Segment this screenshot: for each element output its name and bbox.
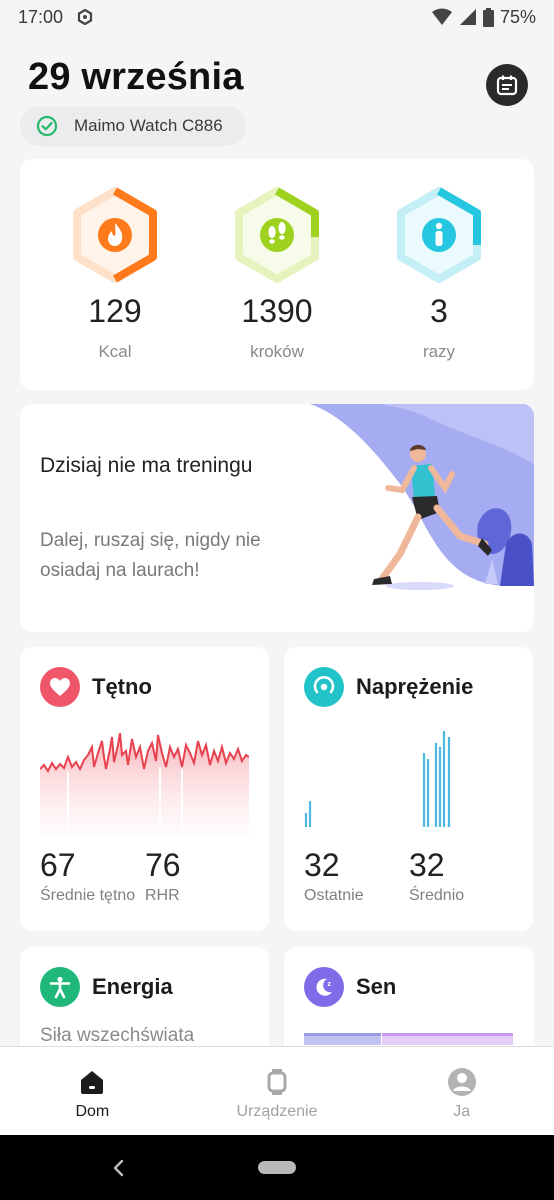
standing-unit: razy [422,342,456,361]
calendar-icon [496,75,518,96]
battery-percentage: 75% [499,6,536,27]
battery-icon [482,7,494,27]
bottom-navigation: Dom Urządzenie Ja [0,1046,554,1135]
device-name: Maimo Watch C886 [74,116,223,135]
nav-device[interactable]: Urządzenie [185,1047,370,1135]
status-bar: 17:00 75% [0,0,554,34]
device-status-pill[interactable]: Maimo Watch C886 [20,106,246,146]
calories-unit: Kcal [98,342,132,361]
workout-card[interactable]: Dzisiaj nie ma treningu Dalej, ruszaj si… [20,404,534,632]
moon-icon: z [304,967,344,1007]
standing-stat[interactable]: 3 razy [354,187,524,362]
stress-gauge-icon [304,667,344,707]
avg-heart-rate-value: 67 [40,847,76,883]
stress-title: Naprężenie [356,674,474,699]
home-gesture-pill[interactable] [258,1161,296,1174]
steps-value: 1390 [241,293,313,329]
heart-rate-header: Tętno [40,667,152,707]
workout-title: Dzisiaj nie ma treningu [40,454,253,477]
settings-notification-icon [77,9,93,25]
wifi-icon [431,8,452,25]
nav-me[interactable]: Ja [369,1047,554,1135]
back-icon[interactable] [112,1159,126,1177]
stress-avg-label: Średnio [409,887,465,904]
signal-icon [459,9,476,25]
heart-rate-chart [40,732,249,837]
footsteps-icon [235,187,319,283]
nav-me-label: Ja [453,1103,471,1120]
stress-last-value: 32 [304,847,340,883]
heart-rate-card[interactable]: Tętno 67 Średnie tętno 76 RHR [20,647,269,931]
nav-device-label: Urządzenie [236,1103,318,1120]
nav-home[interactable]: Dom [0,1047,185,1135]
energy-header: Energia [40,967,173,1007]
standing-person-icon [397,187,481,283]
sleep-bar-deep [382,1033,513,1045]
steps-unit: kroków [250,342,304,361]
home-icon [81,1071,104,1094]
nav-home-label: Dom [75,1103,110,1120]
rhr-value: 76 [145,847,181,883]
watch-icon [267,1069,287,1095]
profile-icon [447,1068,476,1096]
avg-heart-rate-label: Średnie tętno [40,887,136,904]
stress-last-label: Ostatnie [304,887,364,904]
activity-stats-card[interactable]: 129 Kcal 1390 kroków 3 razy [20,159,534,390]
calendar-button[interactable] [486,64,528,106]
rhr-label: RHR [145,887,180,904]
heart-rate-title: Tętno [92,674,152,699]
accessibility-person-icon [40,967,80,1007]
energy-title: Energia [92,974,173,999]
standing-value: 3 [430,293,448,329]
stress-chart [304,731,451,827]
runner-illustration [310,404,534,590]
sleep-bar-light [304,1033,381,1045]
system-navigation-bar [0,1135,554,1200]
page-title: 29 września [28,56,244,98]
flame-icon [73,187,157,283]
calories-value: 129 [88,293,142,329]
steps-stat[interactable]: 1390 kroków [192,187,362,362]
connected-check-icon [36,115,58,137]
energy-subtitle: Siła wszechświata [40,1025,195,1046]
sleep-header: z Sen [304,967,396,1007]
svg-text:z: z [328,981,332,988]
stress-header: Naprężenie [304,667,473,707]
heart-icon [40,667,80,707]
stress-card[interactable]: Naprężenie 32 Ostatnie 32 Średnio [284,647,533,931]
stress-avg-value: 32 [409,847,445,883]
calories-stat[interactable]: 129 Kcal [30,187,200,362]
workout-motivation-text: Dalej, ruszaj się, nigdy nie osiadaj na … [40,530,261,581]
sleep-title: Sen [356,974,397,999]
status-time: 17:00 [18,6,64,27]
